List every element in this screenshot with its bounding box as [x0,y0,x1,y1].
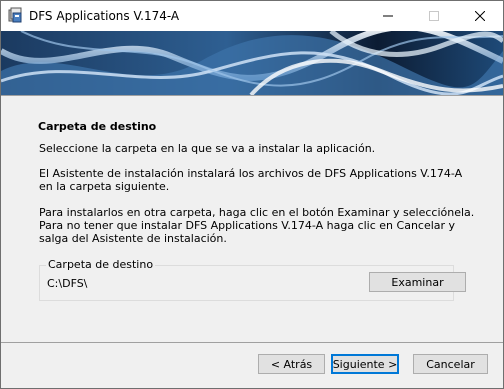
wizard-page: Carpeta de destino Seleccione la carpeta… [1,95,503,343]
footer-divider [1,342,503,343]
destination-folder-group: Carpeta de destino C:\DFS\ Examinar [39,258,466,301]
install-info-text: El Asistente de instalación instalará lo… [39,167,463,193]
title-bar[interactable]: DFS Applications V.174-A [1,1,503,31]
maximize-icon [429,11,439,21]
header-banner-image [1,31,503,95]
page-heading: Carpeta de destino [38,120,157,133]
instruction-text: Seleccione la carpeta en la que se va a … [39,142,376,155]
installer-app-icon [8,7,24,23]
browse-button[interactable]: Examinar [369,272,466,292]
next-button[interactable]: Siguiente > [331,354,399,374]
close-icon [475,11,485,21]
minimize-icon [383,15,393,17]
change-folder-text: Para instalarlos en otra carpeta, haga c… [39,206,475,219]
minimize-button[interactable] [365,1,411,31]
maximize-button[interactable] [411,1,457,31]
back-button[interactable]: < Atrás [258,354,325,374]
window-title: DFS Applications V.174-A [29,9,180,23]
cancel-info-text: Para no tener que instalar DFS Applicati… [39,219,456,245]
destination-path: C:\DFS\ [47,277,88,290]
destination-group-label: Carpeta de destino [46,258,156,271]
cancel-button[interactable]: Cancelar [413,354,488,374]
close-button[interactable] [457,1,503,31]
installer-window: DFS Applications V.174-A Carpeta de dest… [0,0,504,389]
